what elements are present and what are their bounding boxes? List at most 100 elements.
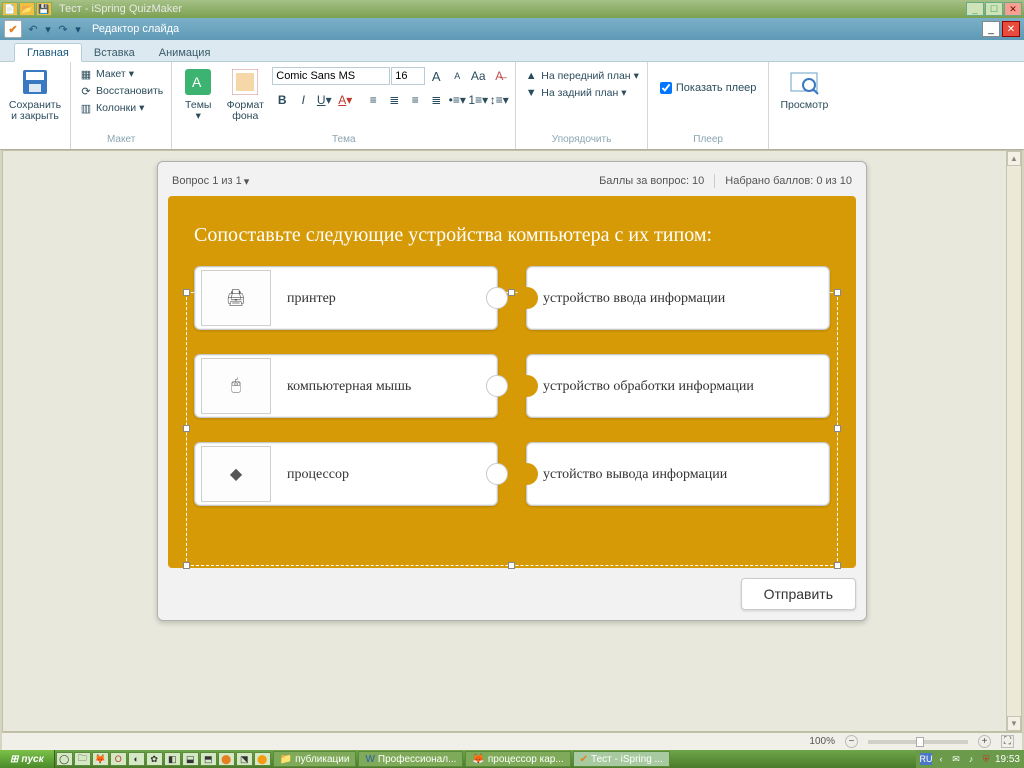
- qat-save-icon[interactable]: 💾: [36, 2, 52, 16]
- match-target-3[interactable]: устойство вывода информации: [526, 442, 830, 506]
- ql-app4-icon[interactable]: ⬓: [182, 752, 199, 766]
- scroll-down-icon[interactable]: ▼: [1007, 716, 1021, 731]
- justify-icon[interactable]: ≣: [426, 90, 446, 110]
- layout-button[interactable]: ▦Макет ▾: [77, 66, 165, 82]
- underline-button[interactable]: U▾: [314, 90, 334, 110]
- submit-button[interactable]: Отправить: [741, 578, 856, 610]
- inner-minimize-button[interactable]: _: [982, 21, 1000, 37]
- taskbar-task-4[interactable]: ✔Тест - iSpring ...: [573, 751, 670, 767]
- bring-front-icon: ▲: [524, 69, 538, 83]
- ql-app2-icon[interactable]: ✿: [146, 752, 163, 766]
- clock[interactable]: 19:53: [995, 754, 1020, 765]
- undo-dropdown-icon[interactable]: ▾: [41, 22, 55, 36]
- ql-chrome-icon[interactable]: ◯: [56, 752, 73, 766]
- ql-app7-icon[interactable]: ⬔: [236, 752, 253, 766]
- numbering-icon[interactable]: 1≡▾: [468, 90, 488, 110]
- match-target-1[interactable]: устройство ввода информации: [526, 266, 830, 330]
- taskbar-task-1[interactable]: 📁публикации: [273, 751, 357, 767]
- ql-firefox-icon[interactable]: 🦊: [92, 752, 109, 766]
- ql-explorer-icon[interactable]: 🗀: [74, 752, 91, 766]
- bold-button[interactable]: B: [272, 90, 292, 110]
- ribbon-titlebar: ✔ ↶ ▾ ↷ ▾ Редактор слайда _ ✕: [0, 18, 1024, 40]
- tray-shield-icon[interactable]: ⛨: [980, 753, 992, 765]
- printer-icon: 🖨: [201, 270, 271, 326]
- zoom-label: 100%: [809, 736, 835, 747]
- save-icon: [19, 66, 51, 98]
- question-counter[interactable]: Вопрос 1 из 1: [172, 175, 242, 187]
- os-minimize-button[interactable]: _: [966, 2, 984, 16]
- inner-close-button[interactable]: ✕: [1002, 21, 1020, 37]
- os-close-button[interactable]: ✕: [1004, 2, 1022, 16]
- redo-icon[interactable]: ↷: [56, 22, 70, 36]
- match-source-3[interactable]: ◆ процессор: [194, 442, 498, 506]
- taskbar-task-3[interactable]: 🦊процессор кар...: [465, 751, 570, 767]
- align-right-icon[interactable]: ≡: [405, 90, 425, 110]
- italic-button[interactable]: I: [293, 90, 313, 110]
- tray-icon-3[interactable]: ♪: [965, 753, 977, 765]
- ribbon-tabs: Главная Вставка Анимация: [0, 40, 1024, 62]
- fit-icon[interactable]: ⛶: [1001, 735, 1014, 748]
- question-text[interactable]: Сопоставьте следующие устройства компьют…: [194, 222, 830, 248]
- tab-animation[interactable]: Анимация: [147, 44, 223, 61]
- quiz-slide[interactable]: Сопоставьте следующие устройства компьют…: [168, 196, 856, 568]
- font-color-button[interactable]: A▾: [335, 90, 355, 110]
- columns-button[interactable]: ▥Колонки ▾: [77, 100, 165, 116]
- window-title: Тест - iSpring QuizMaker: [59, 3, 182, 15]
- taskbar-task-2[interactable]: WПрофессионал...: [358, 751, 463, 767]
- font-select[interactable]: [272, 67, 390, 85]
- qat-new-icon[interactable]: 📄: [2, 2, 18, 16]
- scroll-up-icon[interactable]: ▲: [1007, 151, 1021, 166]
- match-area: 🖨 принтер 🖱 компьютерная мышь ◆ процессо…: [194, 266, 830, 506]
- background-format-button[interactable]: Формат фона: [220, 64, 270, 124]
- ql-app6-icon[interactable]: ⬤: [218, 752, 235, 766]
- align-left-icon[interactable]: ≡: [363, 90, 383, 110]
- ql-app3-icon[interactable]: ◧: [164, 752, 181, 766]
- zoom-in-icon[interactable]: +: [978, 735, 991, 748]
- match-source-1[interactable]: 🖨 принтер: [194, 266, 498, 330]
- ql-opera-icon[interactable]: O: [110, 752, 127, 766]
- undo-icon[interactable]: ↶: [26, 22, 40, 36]
- group-label-arrange: Упорядочить: [520, 134, 643, 148]
- redo-dropdown-icon[interactable]: ▾: [71, 22, 85, 36]
- restore-button[interactable]: ⟳Восстановить: [77, 83, 165, 99]
- bring-to-front-button[interactable]: ▲На передний план ▾: [522, 68, 641, 84]
- system-tray: RU ‹ ✉ ♪ ⛨ 19:53: [916, 750, 1024, 768]
- align-center-icon[interactable]: ≣: [384, 90, 404, 110]
- themes-button[interactable]: A Темы▾: [176, 64, 220, 124]
- match-target-2[interactable]: устройство обработки информации: [526, 354, 830, 418]
- qat-open-icon[interactable]: 📂: [19, 2, 35, 16]
- os-maximize-button[interactable]: ☐: [985, 2, 1003, 16]
- send-to-back-button[interactable]: ▼На задний план ▾: [522, 85, 641, 101]
- lang-indicator[interactable]: RU: [920, 753, 932, 765]
- bullets-icon[interactable]: •≡▾: [447, 90, 467, 110]
- show-player-checkbox[interactable]: Показать плеер: [660, 82, 757, 94]
- ql-app8-icon[interactable]: ⬤: [254, 752, 271, 766]
- zoom-slider[interactable]: [868, 740, 968, 744]
- line-spacing-icon[interactable]: ↕≡▾: [489, 90, 509, 110]
- change-case-icon[interactable]: Aa: [468, 66, 488, 86]
- window-subtitle: Редактор слайда: [92, 23, 179, 35]
- app-menu-button[interactable]: ✔: [4, 20, 22, 38]
- clear-format-icon[interactable]: A̶: [489, 66, 509, 86]
- font-size-select[interactable]: [391, 67, 425, 85]
- start-button[interactable]: ⊞ пуск: [0, 750, 55, 768]
- preview-button[interactable]: Просмотр: [773, 64, 835, 113]
- tray-icon-1[interactable]: ‹: [935, 753, 947, 765]
- shrink-font-icon[interactable]: A: [447, 66, 467, 86]
- taskbar: ⊞ пуск ◯ 🗀 🦊 O ◐ ✿ ◧ ⬓ ⬒ ⬤ ⬔ ⬤ 📁публикац…: [0, 750, 1024, 768]
- tab-main[interactable]: Главная: [14, 43, 82, 62]
- ql-app1-icon[interactable]: ◐: [128, 752, 145, 766]
- ql-app5-icon[interactable]: ⬒: [200, 752, 217, 766]
- workspace: ▲ ▼ Вопрос 1 из 1▾ Баллы за вопрос: 10 Н…: [2, 150, 1022, 732]
- zoom-out-icon[interactable]: −: [845, 735, 858, 748]
- grow-font-icon[interactable]: A: [426, 66, 446, 86]
- ribbon: Сохранить и закрыть ▦Макет ▾ ⟳Восстанови…: [0, 62, 1024, 150]
- mouse-icon: 🖱: [201, 358, 271, 414]
- tray-icon-2[interactable]: ✉: [950, 753, 962, 765]
- group-label-theme: Тема: [176, 134, 511, 148]
- tab-insert[interactable]: Вставка: [82, 44, 147, 61]
- match-source-2[interactable]: 🖱 компьютерная мышь: [194, 354, 498, 418]
- slide-header: Вопрос 1 из 1▾ Баллы за вопрос: 10 Набра…: [168, 172, 856, 190]
- save-and-close-button[interactable]: Сохранить и закрыть: [4, 64, 66, 124]
- vertical-scrollbar[interactable]: ▲ ▼: [1006, 151, 1021, 731]
